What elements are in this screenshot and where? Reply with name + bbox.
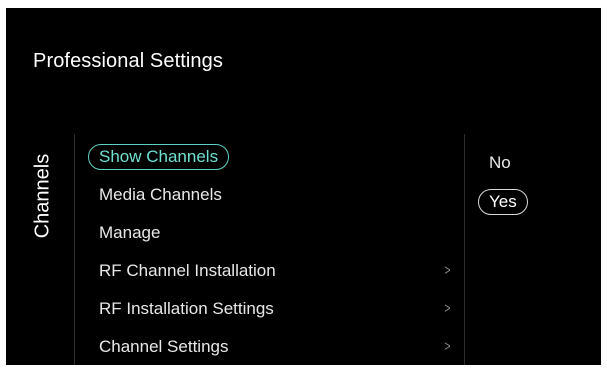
menu-item-channel-settings[interactable]: Channel Settings >	[84, 328, 460, 365]
option-label: No	[489, 153, 511, 172]
side-tab-channels[interactable]: Channels	[28, 141, 58, 251]
menu-divider-right	[464, 134, 465, 365]
menu-item-show-channels[interactable]: Show Channels	[84, 138, 460, 176]
side-tab-label: Channels	[31, 153, 54, 239]
menu-item-media-channels[interactable]: Media Channels	[84, 176, 460, 214]
chevron-right-icon: >	[444, 262, 451, 279]
menu-divider-left	[74, 134, 75, 365]
channels-menu: Show Channels Media Channels Manage RF C…	[84, 138, 460, 365]
page-title: Professional Settings	[33, 50, 223, 72]
menu-item-manage[interactable]: Manage	[84, 214, 460, 252]
menu-item-label: Show Channels	[88, 144, 230, 170]
menu-item-label: Media Channels	[99, 185, 222, 204]
menu-item-rf-channel-installation[interactable]: RF Channel Installation >	[84, 252, 460, 290]
menu-item-label: Manage	[99, 223, 161, 242]
menu-item-rf-installation-settings[interactable]: RF Installation Settings >	[84, 290, 460, 328]
chevron-right-icon: >	[444, 338, 451, 355]
option-yes[interactable]: Yes	[474, 182, 594, 220]
menu-item-label: RF Installation Settings	[99, 299, 274, 318]
menu-item-label: RF Channel Installation	[99, 261, 276, 280]
chevron-right-icon: >	[444, 300, 451, 317]
option-label: Yes	[478, 189, 528, 215]
show-channels-options: No Yes	[474, 144, 594, 220]
menu-item-label: Channel Settings	[99, 337, 229, 356]
option-no[interactable]: No	[474, 144, 594, 182]
tv-screen: Professional Settings Channels Show Chan…	[6, 8, 601, 365]
